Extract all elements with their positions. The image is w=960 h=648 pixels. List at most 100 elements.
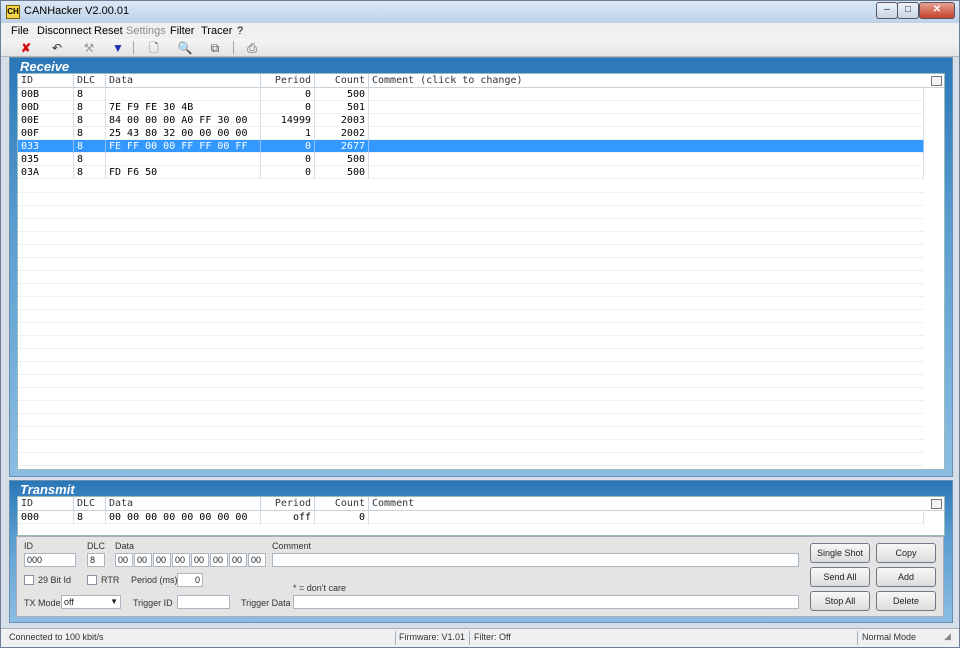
grid-line (18, 439, 924, 440)
rtr-label: RTR (101, 575, 120, 585)
grid-line (18, 270, 924, 271)
table-row[interactable]: 00B 8 0 500 (18, 88, 924, 101)
cell-count: 500 (315, 88, 369, 101)
grid-line (18, 296, 924, 297)
resize-grip-icon[interactable]: ◢ (944, 631, 951, 642)
tx-col-id[interactable]: ID (18, 497, 74, 511)
grid-line (18, 374, 924, 375)
data-byte-input[interactable]: 00 (210, 553, 228, 567)
col-dlc[interactable]: DLC (74, 74, 106, 88)
maximize-button[interactable]: □ (897, 2, 919, 19)
preview-icon[interactable]: 🔍 (174, 40, 196, 56)
disconnect-icon[interactable]: ✘ (15, 40, 37, 56)
menu-tracer[interactable]: Tracer (201, 25, 232, 37)
tx-column-chooser-icon[interactable] (931, 499, 942, 509)
table-row[interactable]: 00F 8 25 43 80 32 00 00 00 00 1 2002 (18, 127, 924, 140)
cell-period: 0 (261, 101, 315, 114)
trigger-id-input[interactable] (177, 595, 230, 609)
stop-all-button[interactable]: Stop All (810, 591, 870, 611)
send-all-button[interactable]: Send All (810, 567, 870, 587)
bit29-label: 29 Bit Id (38, 575, 72, 585)
period-input[interactable]: 0 (177, 573, 203, 587)
table-row[interactable]: 033 8 FE FF 00 00 FF FF 00 FF 0 2677 (18, 140, 924, 153)
tx-col-count[interactable]: Count (315, 497, 369, 511)
col-period[interactable]: Period (261, 74, 315, 88)
minimize-button[interactable]: – (876, 2, 898, 19)
cell-count: 500 (315, 153, 369, 166)
cell-id: 00B (18, 88, 74, 101)
menu-reset[interactable]: Reset (94, 25, 123, 37)
table-row[interactable]: 03A 8 FD F6 50 0 500 (18, 166, 924, 179)
menu-settings[interactable]: Settings (126, 25, 166, 37)
grid-line (18, 205, 924, 206)
close-button[interactable]: ✕ (919, 2, 955, 19)
copy-button[interactable]: Copy (876, 543, 936, 563)
txmode-select[interactable]: off ▼ (61, 595, 121, 609)
table-row[interactable]: 00E 8 84 00 00 00 A0 FF 30 00 14999 2003 (18, 114, 924, 127)
add-button[interactable]: Add (876, 567, 936, 587)
grid-line (18, 257, 924, 258)
cell-data (106, 153, 261, 166)
data-byte-input[interactable]: 00 (229, 553, 247, 567)
table-row[interactable]: 000 8 00 00 00 00 00 00 00 00 off 0 (18, 511, 924, 524)
menu-disconnect[interactable]: Disconnect (37, 25, 91, 37)
cell-count: 501 (315, 101, 369, 114)
menu-file[interactable]: File (11, 25, 29, 37)
single-shot-button[interactable]: Single Shot (810, 543, 870, 563)
menu-help[interactable]: ? (237, 25, 243, 37)
col-data[interactable]: Data (106, 74, 261, 88)
menu-bar: File Disconnect Reset Settings Filter Tr… (1, 23, 959, 39)
cell-id: 00E (18, 114, 74, 127)
grid-line (18, 465, 924, 466)
cell-comment (369, 140, 924, 153)
data-byte-input[interactable]: 00 (115, 553, 133, 567)
column-chooser-icon[interactable] (931, 76, 942, 86)
comment-label: Comment (272, 541, 312, 551)
data-byte-input[interactable]: 00 (153, 553, 171, 567)
tx-col-comment[interactable]: Comment (369, 497, 929, 511)
new-document-icon[interactable]: 🗋 (143, 40, 165, 56)
data-byte-input[interactable]: 00 (172, 553, 190, 567)
reset-icon[interactable]: ↶ (46, 40, 68, 56)
id-input[interactable]: 000 (24, 553, 76, 567)
trigger-data-input[interactable] (293, 595, 799, 609)
table-row[interactable]: 00D 8 7E F9 FE 30 4B 0 501 (18, 101, 924, 114)
delete-button[interactable]: Delete (876, 591, 936, 611)
status-bar: Connected to 100 kbit/s Firmware: V1.01 … (1, 628, 959, 647)
dlc-input[interactable]: 8 (87, 553, 105, 567)
app-icon: CH (6, 5, 20, 19)
cell-data: 25 43 80 32 00 00 00 00 (106, 127, 261, 140)
comment-input[interactable] (272, 553, 799, 567)
cell-id: 00D (18, 101, 74, 114)
chevron-down-icon: ▼ (110, 597, 118, 606)
data-byte-input[interactable]: 00 (191, 553, 209, 567)
col-id[interactable]: ID (18, 74, 74, 88)
data-byte-input[interactable]: 00 (248, 553, 266, 567)
settings-tools-icon[interactable]: ⚒ (78, 40, 100, 56)
status-mode: Normal Mode (862, 632, 917, 642)
copy-icon[interactable]: ⧉ (204, 40, 226, 56)
status-connection: Connected to 100 kbit/s (9, 632, 104, 642)
transmit-grid[interactable]: ID DLC Data Period Count Comment 000 8 00 … (17, 496, 945, 536)
status-firmware: Firmware: V1.01 (399, 632, 466, 642)
tx-col-period[interactable]: Period (261, 497, 315, 511)
filter-icon[interactable]: ▼ (107, 40, 129, 56)
col-count[interactable]: Count (315, 74, 369, 88)
data-byte-input[interactable]: 00 (134, 553, 152, 567)
id-label: ID (24, 541, 33, 551)
col-comment[interactable]: Comment (click to change) (369, 74, 929, 88)
receive-grid[interactable]: ID DLC Data Period Count Comment (click … (17, 73, 945, 470)
grid-line (18, 426, 924, 427)
table-row[interactable]: 035 8 0 500 (18, 153, 924, 166)
export-icon[interactable]: ⎙ (241, 40, 263, 56)
tx-col-dlc[interactable]: DLC (74, 497, 106, 511)
cell-data: FE FF 00 00 FF FF 00 FF (106, 140, 261, 153)
cell-data (106, 88, 261, 101)
cell-period: 0 (261, 140, 315, 153)
grid-line (18, 348, 924, 349)
rtr-checkbox[interactable] (87, 575, 97, 585)
tx-col-data[interactable]: Data (106, 497, 261, 511)
bit29-checkbox[interactable] (24, 575, 34, 585)
menu-filter[interactable]: Filter (170, 25, 194, 37)
toolbar-separator (233, 41, 234, 54)
